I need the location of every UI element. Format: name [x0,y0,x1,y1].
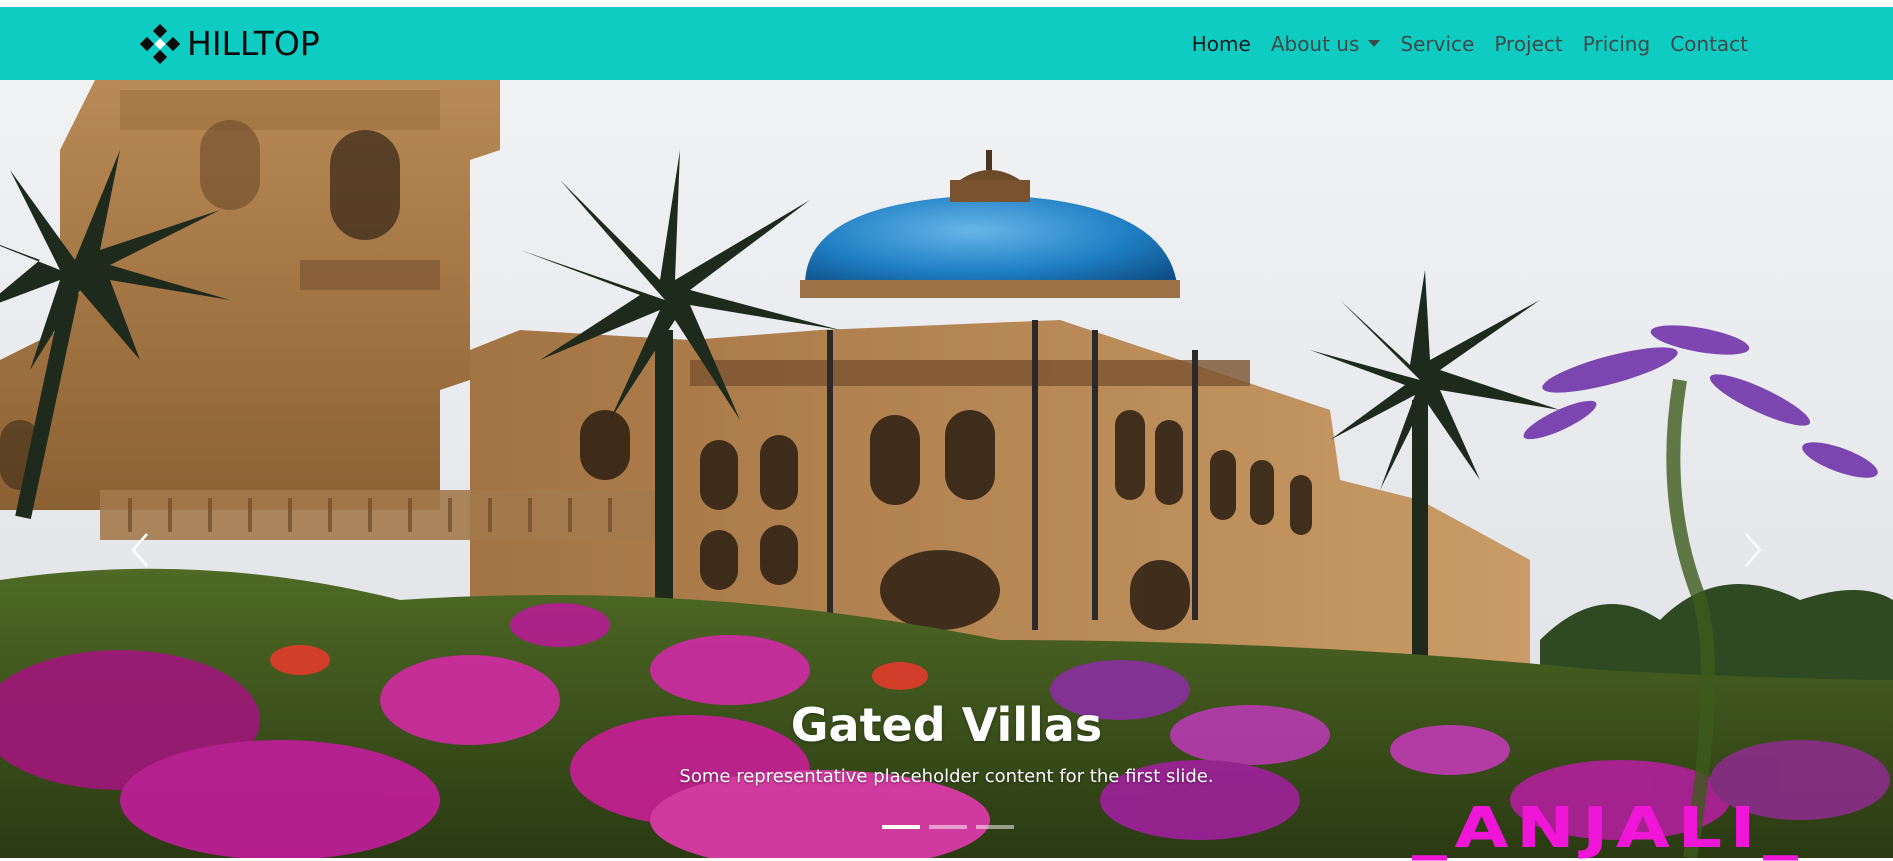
nav-links: Home About us Service Project Pricing Co… [1172,7,1748,80]
top-strip [0,0,1893,7]
brand-logo[interactable]: HILLTOP [140,24,320,64]
nav-about-us-label: About us [1270,31,1360,56]
nav-about-us[interactable]: About us [1271,32,1381,56]
diamond-logo-icon [140,24,180,64]
navbar: HILLTOP Home About us Service Project Pr… [0,7,1893,80]
nav-project[interactable]: Project [1494,32,1562,56]
slide-caption: Some representative placeholder content … [679,766,1214,787]
chevron-left-icon [131,533,148,567]
carousel-indicator[interactable] [976,825,1014,829]
carousel-next-button[interactable] [1723,510,1783,590]
watermark-text: _ANJALI_ [1412,796,1806,861]
brand-name: HILLTOP [187,24,320,63]
carousel-indicator[interactable] [929,825,967,829]
chevron-right-icon [1745,533,1762,567]
nav-service[interactable]: Service [1400,32,1474,56]
slide-title: Gated Villas [790,698,1103,752]
carousel-indicator[interactable] [882,825,920,829]
nav-contact[interactable]: Contact [1670,32,1748,56]
carousel-indicators [882,825,1014,829]
nav-pricing[interactable]: Pricing [1583,32,1650,56]
carousel-prev-button[interactable] [110,510,170,590]
hero-carousel: Gated Villas Some representative placeho… [0,80,1893,858]
nav-home[interactable]: Home [1192,32,1251,56]
caret-down-icon [1368,40,1381,47]
